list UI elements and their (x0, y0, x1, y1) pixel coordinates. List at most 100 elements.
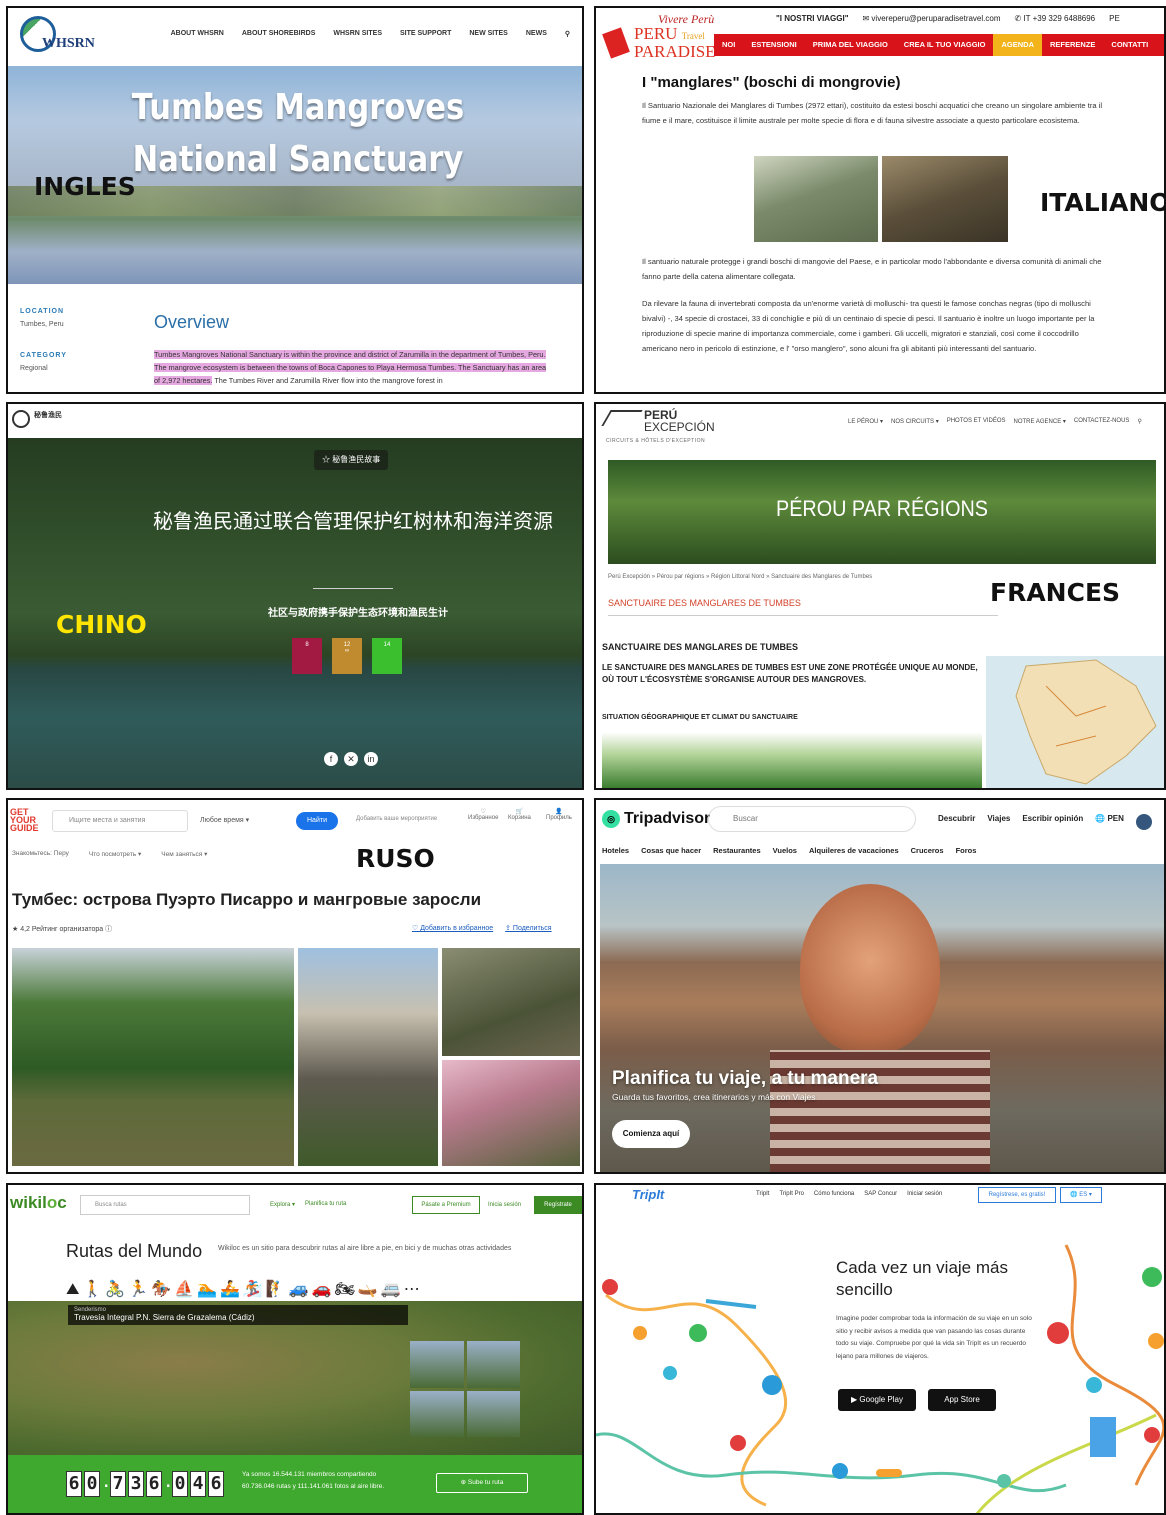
avatar[interactable] (1135, 814, 1152, 830)
nav-agenda[interactable]: AGENDA (993, 34, 1042, 56)
nav-explora[interactable]: Explora ▾ (270, 1201, 295, 1208)
nav-tripit[interactable]: TripIt (756, 1191, 769, 1197)
tab-peru[interactable]: Знакомьтесь: Перу (12, 850, 69, 858)
pe-logo[interactable]: PERÚ EXCEPCIÓN CIRCUITS & HÔTELS D'EXCEP… (601, 408, 736, 446)
wikiloc-logo[interactable]: wikiloc (10, 1193, 67, 1213)
wishlist-icon[interactable]: ♡ Избранное (468, 808, 498, 821)
nav-descubrir[interactable]: Descubrir (938, 814, 975, 830)
nav-escribir-opinion[interactable]: Escribir opinión (1022, 814, 1083, 830)
search-input[interactable]: Buscar (708, 806, 916, 832)
upload-route-button[interactable]: ⊕ Sube tu ruta (436, 1473, 528, 1493)
nav-referenze[interactable]: REFERENZE (1042, 34, 1103, 56)
nav-contact[interactable]: CONTACTEZ-NOUS (1074, 418, 1130, 425)
site-description: Wikiloc es un sitio para descubrir rutas… (218, 1245, 512, 1252)
tab-what-to-do[interactable]: Чем заняться ▾ (161, 850, 207, 858)
nav-whsrn-sites[interactable]: WHSRN SITES (333, 30, 382, 38)
viaggi-link[interactable]: "I NOSTRI VIAGGI" (776, 14, 848, 23)
thumb[interactable] (410, 1390, 464, 1437)
login-link[interactable]: Inicia sesión (488, 1202, 521, 1208)
tab-restaurantes[interactable]: Restaurantes (713, 846, 761, 855)
nav-le-perou[interactable]: LE PÉROU ▾ (848, 418, 883, 425)
x-icon[interactable]: ✕ (344, 752, 358, 766)
gyg-logo[interactable]: GET YOUR GUIDE (10, 808, 40, 833)
tripadvisor-logo[interactable]: ◎ Tripadvisor (602, 810, 710, 828)
nav-contatti[interactable]: CONTATTI (1103, 34, 1156, 56)
hero-headline: Planifica tu viaje, a tu manera (612, 1068, 879, 1089)
digit: 7 (110, 1471, 126, 1497)
thumb[interactable] (410, 1341, 464, 1388)
nav-viajes[interactable]: Viajes (987, 814, 1010, 830)
nav-prima-del-viaggio[interactable]: PRIMA DEL VIAGGIO (805, 34, 896, 56)
route-card[interactable]: Senderismo Travesía Integral P.N. Sierra … (68, 1305, 408, 1325)
tab-alquileres[interactable]: Alquileres de vacaciones (809, 846, 899, 855)
nav-circuits[interactable]: NOS CIRCUITS ▾ (891, 418, 939, 425)
email-link[interactable]: ✉ vivereperu@peruparadisetravel.com (862, 14, 1000, 23)
phone[interactable]: ✆ IT +39 329 6488696 (1015, 14, 1096, 23)
nav-noi[interactable]: NOI (714, 34, 743, 56)
photo-pier[interactable] (298, 948, 438, 1166)
photo-spoonbill[interactable] (442, 1060, 580, 1166)
thumb[interactable] (466, 1341, 520, 1388)
profile-icon[interactable]: 👤 Профиль (546, 808, 572, 821)
nav-about-whsrn[interactable]: ABOUT WHSRN (171, 30, 224, 38)
tab-hoteles[interactable]: Hoteles (602, 846, 629, 855)
map-image[interactable] (986, 656, 1164, 788)
activity-icons[interactable]: ⛰🚶🚴🏃🏇⛵🏊🚣🏂🧗🚙🚗🏍🛶🚐⋯ (66, 1279, 423, 1299)
linkedin-icon[interactable]: in (364, 752, 378, 766)
sdg-14-icon[interactable]: 14 (372, 638, 402, 674)
nav-site-support[interactable]: SITE SUPPORT (400, 30, 451, 38)
google-play-button[interactable]: ▶ Google Play (838, 1389, 916, 1411)
breadcrumb[interactable]: Perú Excepción » Pérou par régions » Rég… (608, 574, 872, 580)
logo-icon[interactable] (12, 410, 30, 428)
language-select[interactable]: 🌐 ES ▾ (1060, 1187, 1102, 1203)
nav-agence[interactable]: NOTRE AGENCE ▾ (1014, 418, 1066, 425)
nav-new-sites[interactable]: NEW SITES (469, 30, 508, 38)
date-picker[interactable]: Любое время ▾ (200, 810, 249, 832)
nav-how-it-works[interactable]: Cómo funciona (814, 1191, 854, 1197)
whsrn-logo[interactable]: WHSRN (20, 16, 95, 56)
tab-vuelos[interactable]: Vuelos (773, 846, 797, 855)
photo-birds[interactable] (442, 948, 580, 1056)
app-store-button[interactable]: App Store (928, 1389, 996, 1411)
pp-logo[interactable]: Vivere Perù PERU Travel PARADISE (600, 12, 718, 60)
nav-estensioni[interactable]: ESTENSIONI (743, 34, 804, 56)
satellite-map[interactable]: Senderismo Travesía Integral P.N. Sierra … (8, 1301, 582, 1455)
nav-planifica[interactable]: Planifica tu ruta (305, 1201, 346, 1208)
search-input[interactable]: Ищите места и занятия (52, 810, 188, 832)
tripit-logo[interactable]: TripIt (632, 1187, 664, 1202)
lang-switch[interactable]: PE (1109, 14, 1120, 23)
search-icon[interactable]: ⚲ (1137, 418, 1141, 425)
search-input[interactable]: Busca rutas (80, 1195, 250, 1215)
nav-photos[interactable]: PHOTOS ET VIDÉOS (947, 418, 1006, 425)
nav-sap-concur[interactable]: SAP Concur (864, 1191, 897, 1197)
cart-icon[interactable]: 🛒 Корзина (508, 808, 531, 821)
find-button[interactable]: Найти (296, 812, 338, 830)
search-icon[interactable]: ⚲ (565, 30, 570, 38)
nav-about-shorebirds[interactable]: ABOUT SHOREBIRDS (242, 30, 316, 38)
nav-login[interactable]: Iniciar sesión (907, 1191, 942, 1197)
tab-cosas[interactable]: Cosas que hacer (641, 846, 701, 855)
nav-tripit-pro[interactable]: TripIt Pro (779, 1191, 803, 1197)
register-button[interactable]: Regístrese, es gratis! (978, 1187, 1056, 1203)
premium-button[interactable]: Pásate a Premium (412, 1196, 480, 1214)
facebook-icon[interactable]: f (324, 752, 338, 766)
photo-mangrove-river[interactable] (12, 948, 294, 1166)
share-link[interactable]: ⇪ Поделиться (505, 924, 551, 932)
sdg-8-icon[interactable]: 8 (292, 638, 322, 674)
register-button[interactable]: Regístrate (534, 1196, 582, 1214)
nav-news[interactable]: NEWS (526, 30, 547, 38)
nav-crea-viaggio[interactable]: CREA IL TUO VIAGGIO (896, 34, 994, 56)
tab-foros[interactable]: Foros (956, 846, 977, 855)
tab-cruceros[interactable]: Cruceros (911, 846, 944, 855)
currency-switch[interactable]: 🌐 PEN (1095, 814, 1124, 830)
add-activity-link[interactable]: Добавить ваше мероприятие (356, 816, 437, 822)
thumb[interactable] (466, 1390, 520, 1437)
category-chip[interactable]: ☆ 秘鲁渔民故事 (314, 450, 389, 470)
tab-what-to-see[interactable]: Что посмотреть ▾ (89, 850, 141, 858)
add-favorite-link[interactable]: ♡ Добавить в избранное (412, 924, 493, 932)
digit: 4 (190, 1471, 206, 1497)
sdg-12-icon[interactable]: 12 ∞ (332, 638, 362, 674)
start-button[interactable]: Comienza aquí (612, 1120, 690, 1148)
route-photos[interactable] (410, 1341, 520, 1437)
mountain-icon (601, 410, 643, 426)
